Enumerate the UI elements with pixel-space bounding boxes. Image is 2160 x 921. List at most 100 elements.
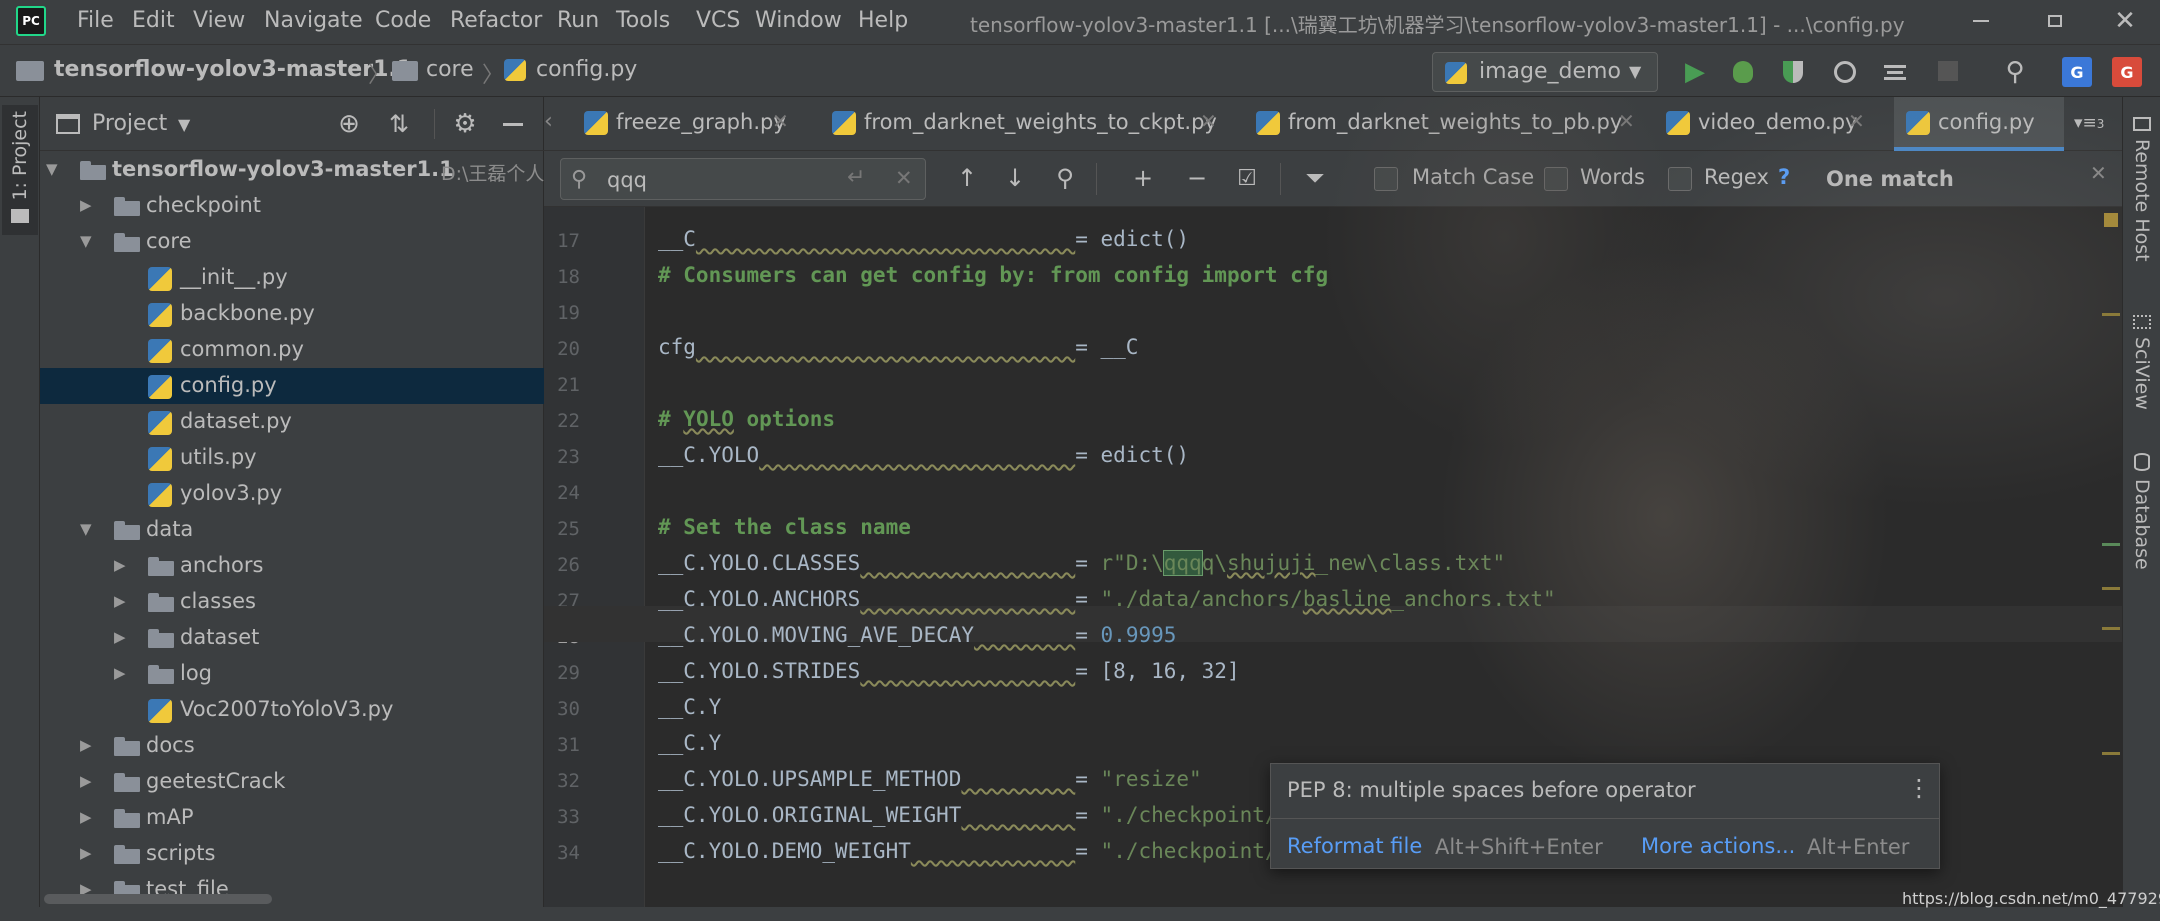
tree-folder[interactable]: ▶ docs [40,728,544,764]
tree-horizontal-scrollbar[interactable] [44,894,272,904]
menu-file[interactable]: File [77,8,114,33]
tree-file[interactable]: dataset.py [40,404,544,440]
restore-icon[interactable] [2040,8,2070,34]
close-tab-icon[interactable]: ✕ [772,109,789,133]
regex-checkbox[interactable] [1668,167,1692,191]
run-config-selector[interactable]: image_demo ▼ [1432,52,1658,92]
breadcrumb-folder[interactable]: core [426,57,474,82]
code-line[interactable]: __C.YOLO.STRIDES = [8, 16, 32] [658,659,1240,683]
warning-marker[interactable] [2102,752,2120,755]
tree-folder[interactable]: ▶ checkpoint [40,188,544,224]
code-line[interactable]: __C.Y [658,695,721,719]
tree-folder[interactable]: ▼ tensorflow-yolov3-master1.1 D:\王磊个人 [40,152,544,188]
code-line[interactable]: __C = edict() [658,227,1189,251]
tree-folder[interactable]: ▶ log [40,656,544,692]
menu-run[interactable]: Run [557,8,599,33]
tree-folder[interactable]: ▼ data [40,512,544,548]
inspection-status-icon[interactable] [2104,213,2118,227]
menu-tools[interactable]: Tools [616,8,670,33]
coverage-icon[interactable] [1778,57,1808,87]
tree-folder[interactable]: ▶ anchors [40,548,544,584]
code-line[interactable]: cfg = __C [658,335,1138,359]
previous-occurrence-icon[interactable]: ↑ [952,163,982,193]
warning-marker[interactable] [2102,543,2120,546]
menu-navigate[interactable]: Navigate [264,8,363,33]
code-line[interactable]: # Set the class name [658,515,911,539]
select-all-occurrences-icon[interactable]: ☑ [1230,163,1264,193]
collapse-all-icon[interactable]: ⇅ [384,109,414,139]
words-label[interactable]: Words [1580,165,1645,189]
tree-file[interactable]: config.py [40,368,544,404]
collapsed-arrow-icon[interactable]: ▶ [80,772,92,790]
filter-icon[interactable]: ⏷ [1300,163,1330,193]
chevron-down-icon[interactable]: ▼ [178,115,190,134]
close-window-icon[interactable]: ✕ [2110,6,2140,36]
expanded-arrow-icon[interactable]: ▼ [80,520,92,538]
add-occurrence-icon[interactable]: + [1126,163,1160,193]
code-line[interactable]: __C.YOLO.UPSAMPLE_METHOD = "resize" [658,767,1202,791]
collapsed-arrow-icon[interactable]: ▶ [80,196,92,214]
remote-host-tool-button[interactable]: Remote Host [2127,117,2157,277]
expanded-arrow-icon[interactable]: ▼ [80,232,92,250]
find-all-icon[interactable]: ⚲ [1050,163,1080,193]
next-occurrence-icon[interactable]: ↓ [1000,163,1030,193]
project-panel-title[interactable]: Project [92,111,167,136]
collapsed-arrow-icon[interactable]: ▶ [80,808,92,826]
tab-from-darknet-weights-to-ckpt-py[interactable]: from_darknet_weights_to_ckpt.py ✕ [820,97,1236,151]
breadcrumb-project[interactable]: tensorflow-yolov3-master1.1 [54,57,412,82]
search-input[interactable]: ⚲ qqq ↵ ✕ [560,158,926,200]
tree-folder[interactable]: ▶ geetestCrack [40,764,544,800]
locate-icon[interactable]: ⊕ [334,109,364,139]
tab-overflow-icon[interactable]: ▾≡3 [2074,113,2104,133]
expanded-arrow-icon[interactable]: ▼ [46,160,58,178]
tabs-scroll-left-icon[interactable]: ‹ [544,109,553,134]
tree-file[interactable]: utils.py [40,440,544,476]
warning-marker[interactable] [2102,627,2120,630]
regex-label[interactable]: Regex [1704,165,1769,189]
warning-marker[interactable] [2102,313,2120,316]
clear-search-icon[interactable]: ✕ [895,166,913,190]
collapsed-arrow-icon[interactable]: ▶ [114,664,126,682]
more-actions-link[interactable]: More actions... [1641,834,1795,858]
close-tab-icon[interactable]: ✕ [1848,109,1865,133]
tree-folder[interactable]: ▶ mAP [40,800,544,836]
tree-file[interactable]: yolov3.py [40,476,544,512]
tree-folder[interactable]: ▼ core [40,224,544,260]
tab-video-demo-py[interactable]: video_demo.py ✕ [1654,97,1886,151]
code-line[interactable]: __C.YOLO = edict() [658,443,1189,467]
code-line[interactable]: __C.YOLO.ANCHORS = "./data/anchors/basli… [658,587,1556,611]
menu-vcs[interactable]: VCS [696,8,740,33]
translate-icon[interactable]: G [2062,57,2092,87]
search-everywhere-icon[interactable]: ⚲ [2000,57,2030,87]
collapsed-arrow-icon[interactable]: ▶ [114,556,126,574]
close-tab-icon[interactable]: ✕ [1618,109,1635,133]
collapsed-arrow-icon[interactable]: ▶ [114,628,126,646]
tree-file[interactable]: common.py [40,332,544,368]
collapsed-arrow-icon[interactable]: ▶ [80,736,92,754]
code-line[interactable]: __C.Y [658,731,721,755]
tab-freeze-graph-py[interactable]: freeze_graph.py ✕ [572,97,812,151]
collapsed-arrow-icon[interactable]: ▶ [80,844,92,862]
tree-folder[interactable]: ▶ classes [40,584,544,620]
collapsed-arrow-icon[interactable]: ▶ [114,592,126,610]
tab-config-py[interactable]: config.py [1894,97,2064,151]
hide-icon[interactable] [498,109,528,139]
code-line[interactable]: __C.YOLO.CLASSES = r"D:\qqqq\shujuji_new… [658,550,1505,576]
newline-icon[interactable]: ↵ [847,165,865,190]
debug-icon[interactable] [1728,57,1758,87]
menu-view[interactable]: View [193,8,245,33]
stop-icon[interactable] [1936,59,1960,83]
more-options-icon[interactable]: ⋮ [1907,774,1931,802]
warning-marker[interactable] [2102,587,2120,590]
code-line[interactable]: # Consumers can get config by: from conf… [658,263,1328,287]
tree-file[interactable]: Voc2007toYoloV3.py [40,692,544,728]
sciview-tool-button[interactable]: SciView [2127,315,2157,425]
database-tool-button[interactable]: Database [2127,453,2157,603]
menu-code[interactable]: Code [375,8,431,33]
reformat-file-link[interactable]: Reformat file [1287,834,1422,858]
breadcrumb-file[interactable]: config.py [536,57,637,82]
match-case-checkbox[interactable] [1374,167,1398,191]
tree-folder[interactable]: ▶ scripts [40,836,544,872]
menu-refactor[interactable]: Refactor [450,8,542,33]
project-tool-button[interactable]: 1: Project [2,105,38,235]
